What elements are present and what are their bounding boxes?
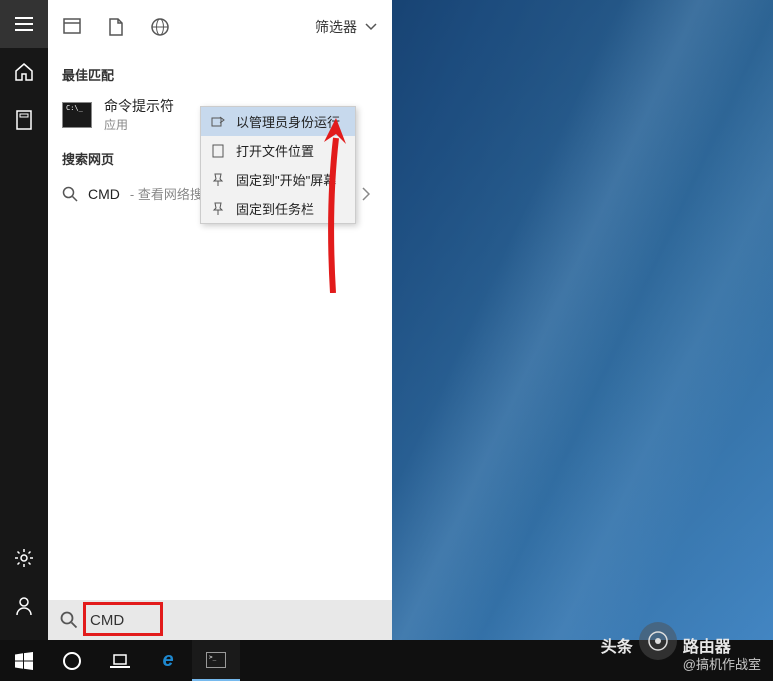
watermark-logo [639,622,677,660]
windows-icon [15,652,33,670]
apps-tab[interactable] [63,18,81,36]
pin-icon [210,173,226,187]
context-label: 固定到"开始"屏幕 [236,170,336,189]
taskview-icon [110,653,130,669]
gear-icon [14,548,34,568]
page-icon [109,18,123,36]
documents-button[interactable] [0,96,48,144]
home-icon [14,62,34,82]
start-sidebar [0,0,48,640]
expand-arrow[interactable] [362,187,378,201]
search-icon [60,611,78,629]
hamburger-icon [15,17,33,31]
context-pin-taskbar[interactable]: 固定到任务栏 [201,194,355,223]
folder-icon [210,144,226,158]
cortana-button[interactable] [48,640,96,681]
menu-button[interactable] [0,0,48,48]
chevron-down-icon [365,23,377,31]
filter-label: 筛选器 [315,17,357,37]
context-label: 打开文件位置 [236,141,314,160]
home-button[interactable] [0,48,48,96]
web-result-title: CMD [88,186,120,202]
search-box[interactable] [48,600,392,640]
watermark-account: @搞机作战室 [683,657,761,673]
context-open-location[interactable]: 打开文件位置 [201,136,355,165]
result-subtitle: 应用 [104,116,174,133]
edge-icon: e [162,649,173,672]
result-title: 命令提示符 [104,96,174,116]
pin-icon [210,202,226,216]
context-label: 以管理员身份运行 [236,112,340,131]
search-header: 筛选器 [48,0,392,55]
best-match-label: 最佳匹配 [48,55,392,90]
web-tab[interactable] [151,18,169,36]
context-label: 固定到任务栏 [236,199,314,218]
filter-dropdown[interactable]: 筛选器 [315,17,377,37]
user-icon [15,596,33,616]
web-result-subtitle: - 查看网络搜 [130,184,203,203]
edge-button[interactable]: e [144,640,192,681]
search-input[interactable] [88,608,158,633]
cmd-taskbar-button[interactable]: >_ [192,640,240,681]
cmd-icon: C:\_ [62,102,92,128]
settings-button[interactable] [0,534,48,582]
taskview-button[interactable] [96,640,144,681]
router-icon [647,630,669,652]
cmd-taskbar-icon: >_ [206,652,226,668]
context-menu: 以管理员身份运行 打开文件位置 固定到"开始"屏幕 固定到任务栏 [200,106,356,224]
search-icon [62,186,78,202]
context-run-admin[interactable]: 以管理员身份运行 [201,107,355,136]
search-panel: 筛选器 最佳匹配 C:\_ 命令提示符 应用 搜索网页 CMD - 查看网络搜 [48,0,392,600]
chevron-right-icon [362,187,370,201]
context-pin-start[interactable]: 固定到"开始"屏幕 [201,165,355,194]
start-button[interactable] [0,640,48,681]
globe-icon [151,18,169,36]
document-icon [15,110,33,130]
watermark-title: 路由器 [683,638,761,657]
cortana-icon [62,651,82,671]
window-icon [63,18,81,34]
documents-tab[interactable] [109,18,123,36]
admin-icon [210,115,226,129]
account-button[interactable] [0,582,48,630]
watermark-brand: 头条 [601,633,633,657]
watermark: 头条 路由器 @搞机作战室 [601,622,761,673]
